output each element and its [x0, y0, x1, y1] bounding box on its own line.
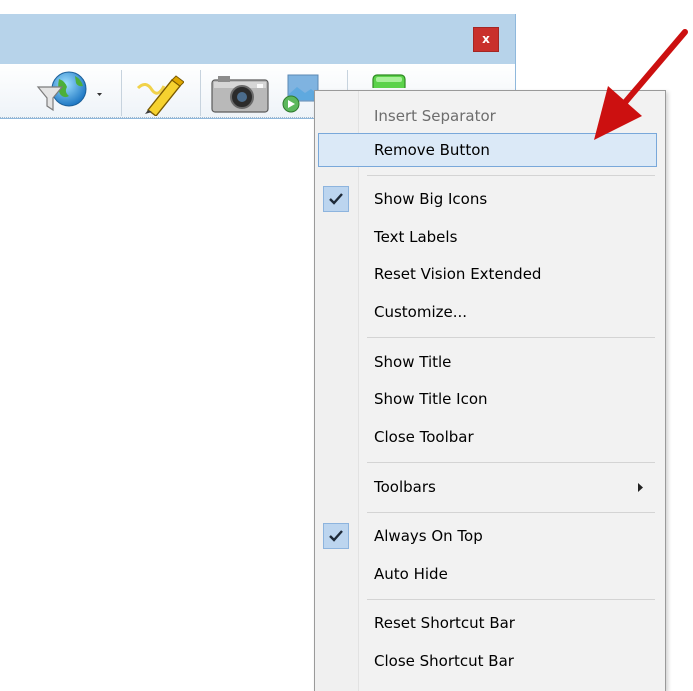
- submenu-arrow-icon: [638, 483, 643, 492]
- menu-item-label: Show Big Icons: [374, 190, 488, 208]
- menu-item-label: Auto Hide: [374, 565, 448, 583]
- menu-separator: [367, 337, 655, 338]
- menu-item-label: Customize...: [374, 303, 468, 321]
- menu-item-label: Reset Vision Extended: [374, 265, 542, 283]
- menu-item-reset-shortcut-bar[interactable]: Reset Shortcut Bar: [318, 606, 657, 640]
- menu-item-close-shortcut-bar[interactable]: Close Shortcut Bar: [318, 644, 657, 678]
- menu-separator: [367, 462, 655, 463]
- menu-item-label: Text Labels: [374, 228, 458, 246]
- menu-separator: [367, 175, 655, 176]
- menu-item-customize[interactable]: Customize...: [318, 295, 657, 329]
- checkmark-icon: [323, 186, 349, 212]
- menu-item-show-title[interactable]: Show Title: [318, 345, 657, 379]
- menu-item-label: Always On Top: [374, 527, 483, 545]
- menu-item-label: Insert Separator: [374, 107, 496, 125]
- menu-item-close-toolbar[interactable]: Close Toolbar: [318, 420, 657, 454]
- title-bar[interactable]: x: [0, 14, 515, 65]
- highlighter-icon[interactable]: [132, 70, 184, 116]
- menu-separator: [367, 512, 655, 513]
- menu-separator: [367, 599, 655, 600]
- menu-item-toolbars[interactable]: Toolbars: [318, 470, 657, 504]
- menu-item-show-big-icons[interactable]: Show Big Icons: [318, 182, 657, 216]
- context-menu: Insert Separator Remove Button Show Big …: [314, 90, 666, 691]
- camera-icon[interactable]: [210, 74, 270, 114]
- annotation-arrow-icon: [594, 29, 688, 140]
- web-search-icon[interactable]: [35, 71, 117, 115]
- toolbar-separator: [200, 70, 201, 116]
- menu-item-reset-vision-extended[interactable]: Reset Vision Extended: [318, 257, 657, 291]
- menu-item-label: Close Toolbar: [374, 428, 474, 446]
- menu-item-label: Close Shortcut Bar: [374, 652, 514, 670]
- menu-item-always-on-top[interactable]: Always On Top: [318, 519, 657, 553]
- close-button[interactable]: x: [473, 27, 499, 52]
- green-button-icon[interactable]: [372, 74, 406, 88]
- menu-item-text-labels[interactable]: Text Labels: [318, 220, 657, 254]
- menu-item-label: Remove Button: [374, 141, 490, 159]
- menu-item-label: Show Title: [374, 353, 452, 371]
- menu-item-label: Show Title Icon: [374, 390, 488, 408]
- menu-item-show-title-icon[interactable]: Show Title Icon: [318, 382, 657, 416]
- menu-item-label: Toolbars: [374, 478, 436, 496]
- toolbar-separator: [121, 70, 122, 116]
- menu-item-label: Reset Shortcut Bar: [374, 614, 515, 632]
- menu-item-auto-hide[interactable]: Auto Hide: [318, 557, 657, 591]
- checkmark-icon: [323, 523, 349, 549]
